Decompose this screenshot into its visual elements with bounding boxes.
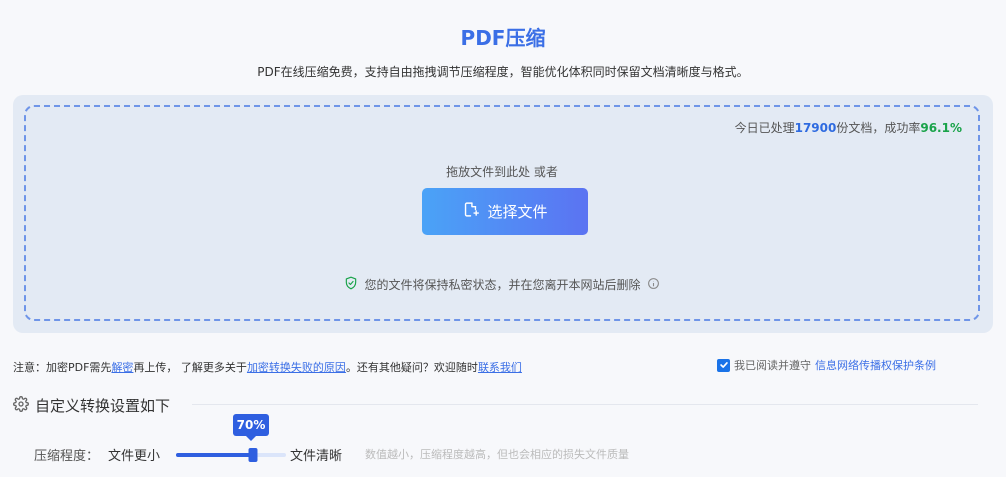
agreement-link[interactable]: 信息网络传播权保护条例 — [815, 357, 936, 373]
upload-dropzone[interactable]: 今日已处理17900份文档，成功率96.1% 拖放文件到此处 或者 选择文件 您… — [13, 95, 993, 333]
dropzone-dashed-area[interactable]: 今日已处理17900份文档，成功率96.1% 拖放文件到此处 或者 选择文件 您… — [24, 105, 980, 321]
drop-hint: 拖放文件到此处 或者 — [446, 165, 558, 179]
compression-hint: 数值越小，压缩程度越高，但也会相应的损失文件质量 — [365, 448, 629, 461]
info-icon[interactable] — [647, 277, 660, 293]
decrypt-link[interactable]: 解密 — [111, 361, 133, 374]
stats-prefix: 今日已处理 — [734, 121, 795, 135]
agreement: 我已阅读并遵守 信息网络传播权保护条例 — [717, 357, 936, 373]
compression-slider[interactable] — [176, 448, 286, 462]
contact-us-link[interactable]: 联系我们 — [478, 361, 522, 374]
processing-stats: 今日已处理17900份文档，成功率96.1% — [735, 119, 962, 136]
stats-rate: 96.1% — [920, 121, 962, 135]
fail-reason-link[interactable]: 加密转换失败的原因 — [247, 361, 346, 374]
stats-mid: 份文档，成功率 — [836, 121, 921, 135]
smaller-file-label: 文件更小 — [108, 449, 161, 464]
gear-icon — [13, 395, 29, 416]
checkbox-check-icon — [719, 362, 728, 368]
notice-prefix: 注意：加密PDF需先 — [13, 361, 112, 374]
settings-heading: 自定义转换设置如下 — [13, 395, 170, 416]
clearer-file-label: 文件清晰 — [290, 449, 343, 464]
agreement-prefix: 我已阅读并遵守 — [734, 359, 811, 372]
compression-row: 压缩程度： 文件更小 文件清晰 数值越小，压缩程度越高，但也会相应的损失文件质量 — [34, 445, 994, 465]
encryption-notice: 注意：加密PDF需先解密再上传， 了解更多关于加密转换失败的原因。还有其他疑问？… — [13, 359, 522, 375]
settings-divider — [192, 404, 978, 405]
page-subtitle: PDF在线压缩免费，支持自由拖拽调节压缩程度，智能优化体积同时保留文档清晰度与格… — [257, 65, 749, 79]
stats-count: 17900 — [794, 121, 837, 135]
compression-label: 压缩程度： — [34, 449, 100, 464]
select-file-label: 选择文件 — [487, 203, 548, 221]
slider-thumb[interactable] — [248, 448, 258, 462]
notice-mid2: 。还有其他疑问？欢迎随时 — [345, 361, 478, 374]
settings-heading-text: 自定义转换设置如下 — [35, 397, 171, 415]
privacy-note: 您的文件将保持私密状态，并在您离开本网站后删除 — [26, 276, 978, 293]
page-title: PDF压缩 — [460, 26, 546, 50]
shield-check-icon — [344, 276, 358, 293]
slider-fill — [176, 453, 253, 457]
select-file-button[interactable]: 选择文件 — [422, 188, 588, 235]
notice-mid1: 再上传， 了解更多关于 — [133, 361, 247, 374]
compression-level-tooltip: 70% — [233, 414, 269, 436]
privacy-text: 您的文件将保持私密状态，并在您离开本网站后删除 — [364, 278, 641, 292]
agreement-checkbox[interactable] — [717, 358, 730, 372]
file-upload-icon — [462, 201, 480, 222]
